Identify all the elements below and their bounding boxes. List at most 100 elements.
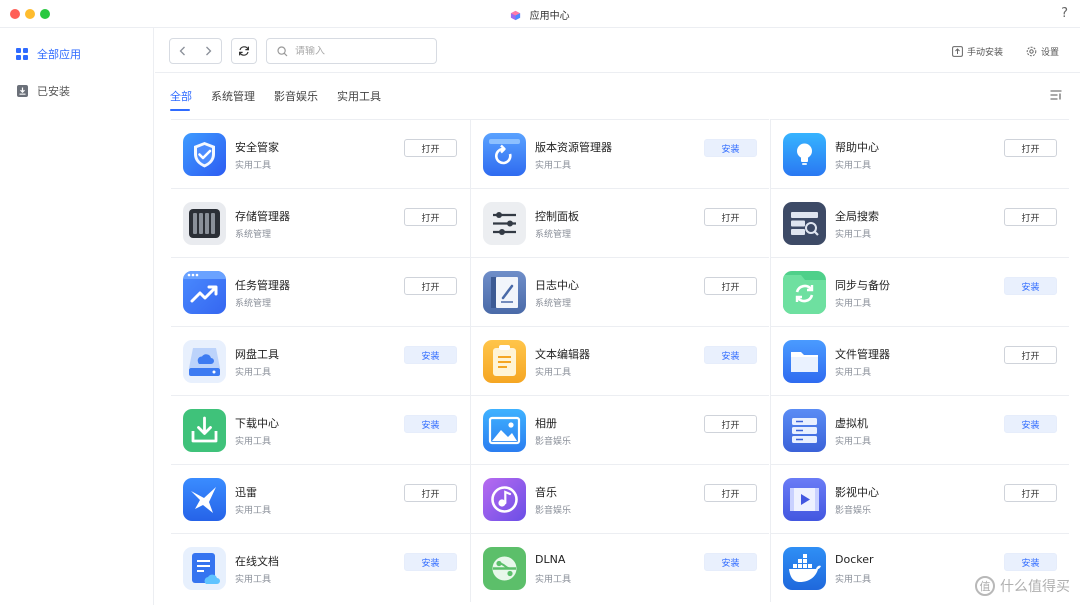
install-button[interactable]: 安装: [1004, 415, 1057, 433]
open-button[interactable]: 打开: [404, 208, 457, 226]
app-name: 同步与备份: [835, 279, 890, 292]
app-name: 任务管理器: [235, 279, 290, 292]
grid-icon: [16, 48, 28, 60]
photo-icon: [483, 409, 526, 452]
search-input[interactable]: [295, 45, 425, 57]
app-category: 实用工具: [235, 368, 272, 378]
app-card[interactable]: 帮助中心 实用工具 打开: [770, 119, 1069, 188]
app-name: 日志中心: [535, 279, 579, 292]
search-icon: [277, 45, 288, 56]
app-card[interactable]: 网盘工具 实用工具 安装: [171, 326, 470, 395]
app-name: 相册: [535, 417, 557, 430]
tab-system-management[interactable]: 系统管理: [211, 88, 255, 104]
music-icon: [483, 478, 526, 521]
text-editor-icon: [483, 340, 526, 383]
app-name: 全局搜索: [835, 210, 879, 223]
app-card[interactable]: 版本资源管理器 实用工具 安装: [470, 119, 769, 188]
shield-icon: [183, 133, 226, 176]
back-button[interactable]: [170, 39, 196, 63]
refresh-icon: [239, 46, 249, 56]
install-button[interactable]: 安装: [404, 346, 457, 364]
tab-utilities[interactable]: 实用工具: [337, 88, 381, 104]
app-card[interactable]: 日志中心 系统管理 打开: [470, 257, 769, 326]
app-card[interactable]: 控制面板 系统管理 打开: [470, 188, 769, 257]
manual-install-button[interactable]: 手动安装: [952, 45, 1003, 58]
sidebar-item-all-apps[interactable]: 全部应用: [16, 44, 81, 64]
cloud-drive-icon: [183, 340, 226, 383]
app-category: 实用工具: [835, 368, 872, 378]
settings-button[interactable]: 设置: [1026, 45, 1059, 58]
app-card[interactable]: 虚拟机 实用工具 安装: [770, 395, 1069, 464]
open-button[interactable]: 打开: [1004, 346, 1057, 364]
forward-button[interactable]: [196, 39, 222, 63]
app-category: 影音娱乐: [835, 506, 872, 516]
open-button[interactable]: 打开: [404, 139, 457, 157]
install-button[interactable]: 安装: [404, 415, 457, 433]
open-button[interactable]: 打开: [1004, 484, 1057, 502]
app-category: 系统管理: [535, 230, 572, 240]
app-name: 帮助中心: [835, 141, 879, 154]
app-name: 安全管家: [235, 141, 279, 154]
version-icon: [483, 133, 526, 176]
open-button[interactable]: 打开: [704, 208, 757, 226]
help-button[interactable]: ?: [1061, 6, 1068, 21]
open-button[interactable]: 打开: [1004, 139, 1057, 157]
manual-install-label: 手动安装: [967, 48, 1004, 58]
open-button[interactable]: 打开: [1004, 208, 1057, 226]
toolbar: 手动安装 设置: [155, 28, 1080, 73]
app-category: 实用工具: [235, 575, 272, 585]
install-button[interactable]: 安装: [704, 139, 757, 157]
open-button[interactable]: 打开: [704, 484, 757, 502]
app-name: 文件管理器: [835, 348, 890, 361]
search-box: [266, 38, 437, 64]
app-card[interactable]: 在线文档 实用工具 安装: [171, 533, 470, 602]
sidebar-item-installed[interactable]: 已安装: [16, 81, 70, 101]
app-name: 控制面板: [535, 210, 579, 223]
app-card[interactable]: 全局搜索 实用工具 打开: [770, 188, 1069, 257]
app-card[interactable]: 相册 影音娱乐 打开: [470, 395, 769, 464]
app-card[interactable]: 存储管理器 系统管理 打开: [171, 188, 470, 257]
install-button[interactable]: 安装: [1004, 553, 1057, 571]
app-card[interactable]: 安全管家 实用工具 打开: [171, 119, 470, 188]
tab-media-entertainment[interactable]: 影音娱乐: [274, 88, 318, 104]
server-icon: [783, 409, 826, 452]
watermark-logo: 值: [975, 576, 995, 596]
app-card[interactable]: 同步与备份 实用工具 安装: [770, 257, 1069, 326]
app-card[interactable]: 文件管理器 实用工具 打开: [770, 326, 1069, 395]
tab-all[interactable]: 全部: [170, 88, 192, 104]
category-tabs: 全部 系统管理 影音娱乐 实用工具: [155, 73, 1080, 119]
app-center-window: 应用中心 ? 全部应用 已安装 请输入 手动安装 设置 全部 系统管理 影音娱乐…: [0, 0, 1080, 605]
app-category: 系统管理: [235, 230, 272, 240]
sort-filter-icon[interactable]: [1050, 89, 1062, 101]
app-card[interactable]: DLNA 实用工具 安装: [470, 533, 769, 602]
install-button[interactable]: 安装: [404, 553, 457, 571]
app-card[interactable]: 迅雷 实用工具 打开: [171, 464, 470, 533]
open-button[interactable]: 打开: [404, 484, 457, 502]
thunder-bird-icon: [183, 478, 226, 521]
online-doc-icon: [183, 547, 226, 590]
storage-icon: [183, 202, 226, 245]
app-name: Docker: [835, 553, 874, 566]
app-card[interactable]: 下载中心 实用工具 安装: [171, 395, 470, 464]
app-category: 实用工具: [535, 368, 572, 378]
dlna-icon: [483, 547, 526, 590]
install-button[interactable]: 安装: [704, 346, 757, 364]
app-category: 实用工具: [835, 230, 872, 240]
app-card[interactable]: 音乐 影音娱乐 打开: [470, 464, 769, 533]
refresh-button[interactable]: [231, 38, 257, 64]
sidebar-item-label: 全部应用: [37, 48, 81, 61]
open-button[interactable]: 打开: [704, 277, 757, 295]
open-button[interactable]: 打开: [704, 415, 757, 433]
open-button[interactable]: 打开: [404, 277, 457, 295]
install-button[interactable]: 安装: [704, 553, 757, 571]
sidebar: 全部应用 已安装: [0, 28, 154, 605]
app-name: 文本编辑器: [535, 348, 590, 361]
app-center-logo-icon: [511, 10, 521, 21]
app-card[interactable]: 影视中心 影音娱乐 打开: [770, 464, 1069, 533]
install-button[interactable]: 安装: [1004, 277, 1057, 295]
download-icon: [183, 409, 226, 452]
title-bar: 应用中心 ?: [0, 0, 1080, 28]
app-card[interactable]: 任务管理器 系统管理 打开: [171, 257, 470, 326]
sync-folder-icon: [783, 271, 826, 314]
app-card[interactable]: 文本编辑器 实用工具 安装: [470, 326, 769, 395]
